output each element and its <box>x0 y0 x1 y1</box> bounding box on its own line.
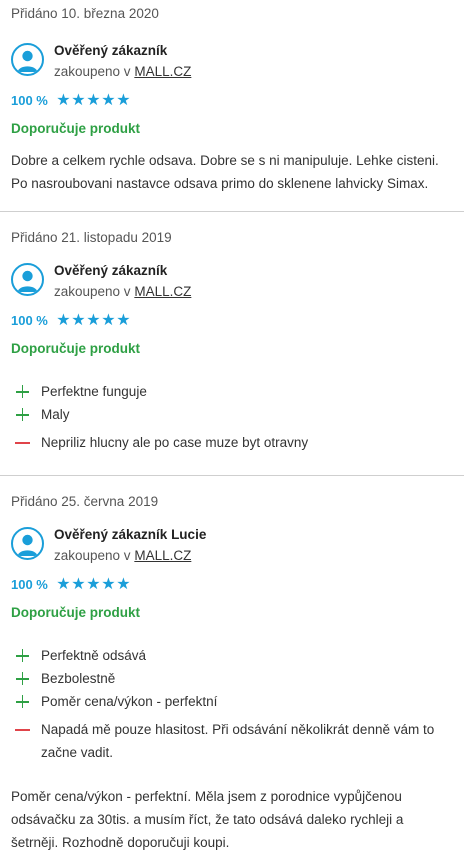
purchase-info: zakoupeno v MALL.CZ <box>54 63 191 81</box>
minus-icon <box>11 431 41 454</box>
rating-percent: 100 % <box>11 313 48 328</box>
con-item: Nepriliz hlucny ale po case muze byt otr… <box>11 431 453 454</box>
review-author: Ověřený zákazník Lucie zakoupeno v MALL.… <box>11 526 453 565</box>
rating-percent: 100 % <box>11 577 48 592</box>
recommend-label: Doporučuje produkt <box>11 341 140 356</box>
review-author: Ověřený zákazník zakoupeno v MALL.CZ <box>11 262 453 301</box>
review-date: Přidáno 21. listopadu 2019 <box>11 230 172 245</box>
con-text: Napadá mě pouze hlasitost. Při odsávání … <box>41 722 435 760</box>
author-name: Ověřený zákazník <box>54 43 168 58</box>
purchase-info: zakoupeno v MALL.CZ <box>54 547 206 565</box>
star-icon: ★ <box>86 92 101 109</box>
star-icon: ★ <box>101 312 116 329</box>
pro-text: Poměr cena/výkon - perfektní <box>41 694 218 709</box>
purchase-prefix: zakoupeno v <box>54 548 131 563</box>
rating: 100 % ★ ★ ★ ★ ★ <box>11 93 453 109</box>
pro-text: Perfektně odsává <box>41 648 147 663</box>
pro-item: Bezbolestně <box>11 667 453 690</box>
star-icon: ★ <box>101 92 116 109</box>
star-icon: ★ <box>71 576 86 593</box>
user-avatar-icon <box>11 43 44 76</box>
star-icon: ★ <box>86 576 101 593</box>
pro-item: Perfektně odsává <box>11 644 453 667</box>
plus-icon <box>11 380 41 403</box>
review-list: Přidáno 10. března 2020 Ověřený zákazník… <box>0 0 464 866</box>
shop-link[interactable]: MALL.CZ <box>134 284 191 299</box>
star-rating: ★ ★ ★ ★ ★ <box>56 577 131 593</box>
review-author: Ověřený zákazník zakoupeno v MALL.CZ <box>11 42 453 81</box>
star-icon: ★ <box>101 576 116 593</box>
star-icon: ★ <box>71 312 86 329</box>
recommend-label: Doporučuje produkt <box>11 121 140 136</box>
plus-icon <box>11 667 41 690</box>
plus-icon <box>11 403 41 426</box>
plus-icon <box>11 690 41 713</box>
plus-icon <box>11 644 41 667</box>
pro-item: Poměr cena/výkon - perfektní <box>11 690 453 713</box>
purchase-prefix: zakoupeno v <box>54 284 131 299</box>
star-icon: ★ <box>56 576 71 593</box>
star-icon: ★ <box>116 312 131 329</box>
review-date: Přidáno 10. března 2020 <box>11 6 159 21</box>
purchase-prefix: zakoupeno v <box>54 64 131 79</box>
star-icon: ★ <box>56 92 71 109</box>
star-icon: ★ <box>56 312 71 329</box>
author-name: Ověřený zákazník <box>54 263 168 278</box>
star-icon: ★ <box>71 92 86 109</box>
pros-cons-list: Perfektně odsává Bezbolestně Poměr cena/… <box>11 644 453 764</box>
pro-text: Maly <box>41 407 70 422</box>
user-avatar-icon <box>11 527 44 560</box>
purchase-info: zakoupeno v MALL.CZ <box>54 283 191 301</box>
star-icon: ★ <box>116 92 131 109</box>
pro-text: Bezbolestně <box>41 671 116 686</box>
review-text: Dobre a celkem rychle odsava. Dobre se s… <box>11 153 439 191</box>
pro-text: Perfektne funguje <box>41 384 147 399</box>
shop-link[interactable]: MALL.CZ <box>134 64 191 79</box>
author-name: Ověřený zákazník Lucie <box>54 527 207 542</box>
star-icon: ★ <box>116 576 131 593</box>
review-item: Přidáno 10. března 2020 Ověřený zákazník… <box>0 0 464 211</box>
pros-cons-list: Perfektne funguje Maly Nepriliz hlucny a… <box>11 380 453 454</box>
con-text: Nepriliz hlucny ale po case muze byt otr… <box>41 435 309 450</box>
review-item: Přidáno 21. listopadu 2019 Ověřený zákaz… <box>0 211 464 475</box>
review-text: Poměr cena/výkon - perfektní. Měla jsem … <box>11 789 404 850</box>
shop-link[interactable]: MALL.CZ <box>134 548 191 563</box>
review-item: Přidáno 25. června 2019 Ověřený zákazník… <box>0 475 464 866</box>
minus-icon <box>11 718 41 741</box>
star-icon: ★ <box>86 312 101 329</box>
user-avatar-icon <box>11 263 44 296</box>
rating: 100 % ★ ★ ★ ★ ★ <box>11 577 453 593</box>
pro-item: Perfektne funguje <box>11 380 453 403</box>
pro-item: Maly <box>11 403 453 426</box>
rating: 100 % ★ ★ ★ ★ ★ <box>11 313 453 329</box>
recommend-label: Doporučuje produkt <box>11 605 140 620</box>
rating-percent: 100 % <box>11 93 48 108</box>
review-date: Přidáno 25. června 2019 <box>11 494 159 509</box>
con-item: Napadá mě pouze hlasitost. Při odsávání … <box>11 718 453 764</box>
star-rating: ★ ★ ★ ★ ★ <box>56 313 131 329</box>
star-rating: ★ ★ ★ ★ ★ <box>56 93 131 109</box>
